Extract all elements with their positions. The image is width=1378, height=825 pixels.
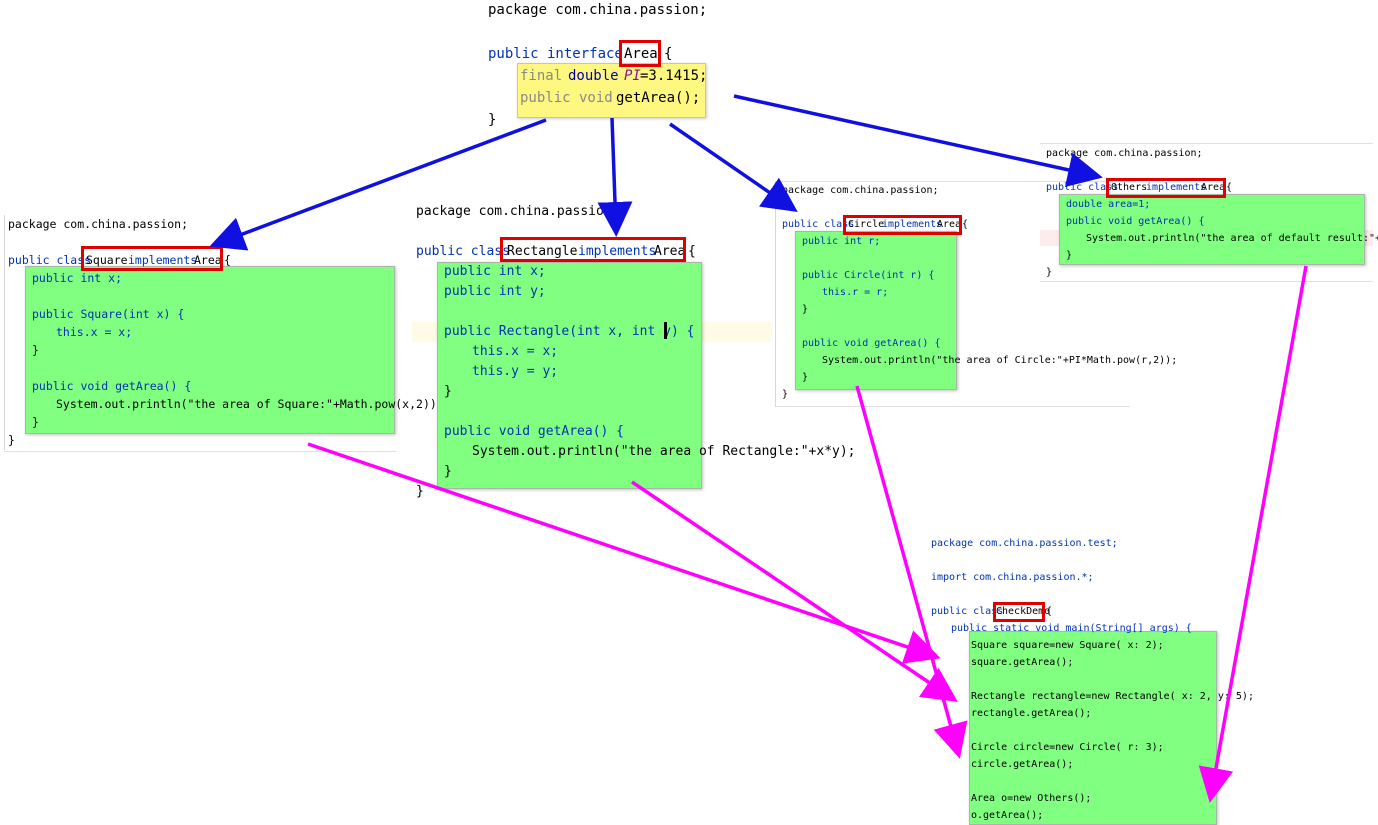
arrow-circle-to-checkdemo [855, 385, 968, 759]
arrow-area-to-circle [669, 122, 798, 212]
arrow-area-to-rectangle [597, 117, 633, 237]
arrow-rectangle-to-checkdemo [631, 480, 958, 702]
arrow-area-to-square [209, 118, 547, 251]
arrows-layer [209, 94, 1308, 803]
arrow-area-to-others [733, 94, 1103, 188]
arrow-others-to-checkdemo [1198, 265, 1308, 803]
